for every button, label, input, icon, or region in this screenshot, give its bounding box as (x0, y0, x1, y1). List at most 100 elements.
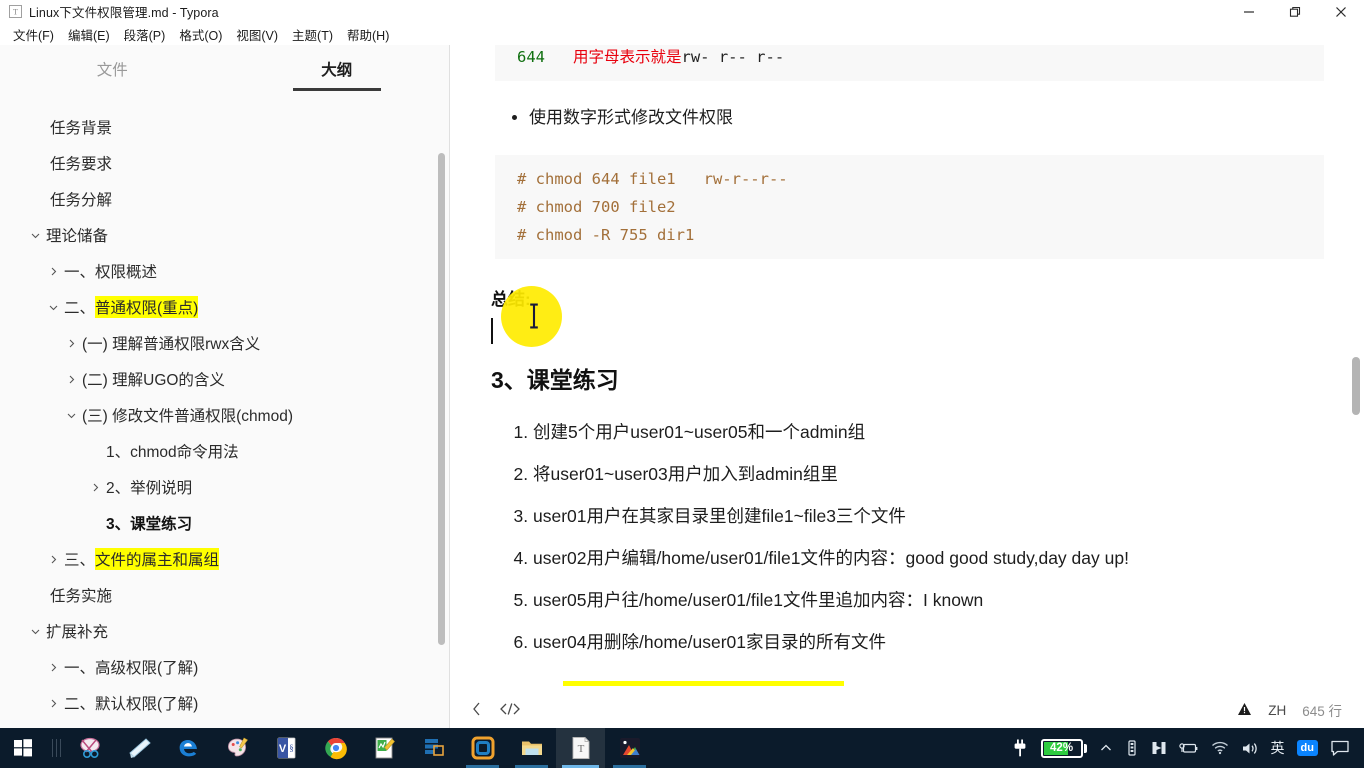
outline-item[interactable]: 任务背景 (0, 109, 450, 145)
code-mode-value: 644 (517, 48, 545, 66)
chevron-right-icon[interactable] (88, 482, 102, 493)
editor-pane[interactable]: 644 用字母表示就是rw- r-- r-- 使用数字形式修改文件权限 # ch… (451, 45, 1364, 728)
svg-text:T: T (13, 8, 18, 17)
taskbar-file-explorer[interactable] (507, 728, 556, 768)
chevron-down-icon[interactable] (28, 230, 42, 241)
chevron-right-icon[interactable] (64, 374, 78, 385)
list-item: 创建5个用户user01~user05和一个admin组 (533, 411, 1324, 453)
tab-files[interactable]: 文件 (0, 58, 225, 91)
taskbar-visio[interactable]: V § (262, 728, 311, 768)
taskbar-chrome[interactable] (311, 728, 360, 768)
chevron-right-icon[interactable] (46, 662, 60, 673)
warning-triangle-icon[interactable] (1237, 702, 1252, 719)
outline-item[interactable]: 1、chmod命令用法 (0, 433, 450, 469)
summary-label: 总结: (491, 290, 531, 309)
taskbar-sticky-notes[interactable] (115, 728, 164, 768)
minimize-button[interactable] (1226, 0, 1272, 23)
sidebar-scrollbar[interactable] (438, 153, 445, 645)
vmware-tray-icon[interactable] (1145, 728, 1173, 768)
usb-icon[interactable] (1119, 728, 1145, 768)
outline-item[interactable]: (一) 理解普通权限rwx含义 (0, 325, 450, 361)
chevron-down-icon[interactable] (46, 302, 60, 313)
code-line: # chmod -R 755 dir1 (517, 226, 695, 244)
chevron-right-icon[interactable] (46, 554, 60, 565)
battery-percent: 42% (1050, 742, 1074, 754)
taskbar-edge[interactable] (164, 728, 213, 768)
title-bar: T Linux下文件权限管理.md - Typora (0, 0, 1364, 23)
list-item: user01用户在其家目录里创建file1~file3三个文件 (533, 495, 1324, 537)
outline-item-label: 任务背景 (50, 120, 113, 137)
outline-item[interactable]: 任务实施 (0, 577, 450, 613)
close-button[interactable] (1318, 0, 1364, 23)
outline-item-label: 任务要求 (50, 156, 113, 173)
taskbar-xshell[interactable] (409, 728, 458, 768)
outline-item[interactable]: 任务分解 (0, 181, 450, 217)
chevron-right-icon[interactable] (46, 266, 60, 277)
power-plug-icon[interactable] (1005, 728, 1035, 768)
language-indicator[interactable]: ZH (1268, 703, 1286, 718)
sidebar-tabs: 文件 大纲 (0, 45, 449, 91)
outline-item[interactable]: 一、权限概述 (0, 253, 450, 289)
outline-item[interactable]: 2、举例说明 (0, 469, 450, 505)
menu-help[interactable]: 帮助(H) (340, 23, 396, 46)
taskbar-typora[interactable]: T (556, 728, 605, 768)
empty-paragraph-with-caret[interactable] (491, 315, 1324, 347)
tab-outline[interactable]: 大纲 (225, 58, 450, 91)
show-hidden-icons-chevron[interactable] (1093, 728, 1119, 768)
taskbar-photos[interactable] (605, 728, 654, 768)
outline-item[interactable]: 扩展补充 (0, 613, 450, 649)
ime-language-indicator[interactable]: 英 (1265, 728, 1291, 768)
chevron-down-icon[interactable] (64, 410, 78, 421)
taskbar-vmware[interactable] (458, 728, 507, 768)
outline-item-label: 任务实施 (50, 588, 113, 605)
menu-view[interactable]: 视图(V) (229, 23, 285, 46)
window-controls (1226, 0, 1364, 23)
outline-item[interactable]: 一、高级权限(了解) (0, 649, 450, 685)
taskbar-snipping-tool[interactable] (66, 728, 115, 768)
chevron-right-icon[interactable] (46, 698, 60, 709)
chevron-right-icon[interactable] (64, 338, 78, 349)
volume-icon[interactable] (1235, 728, 1265, 768)
outline-item-label: 二、 (64, 300, 96, 317)
taskbar-editor[interactable] (360, 728, 409, 768)
highlight-marker-bar (563, 681, 844, 686)
outline-item[interactable]: 任务要求 (0, 145, 450, 181)
ime-baidu-badge[interactable]: du (1291, 728, 1324, 768)
menu-format[interactable]: 格式(O) (172, 23, 229, 46)
menu-edit[interactable]: 编辑(E) (61, 23, 117, 46)
wifi-icon[interactable] (1205, 728, 1235, 768)
outline-item[interactable]: 二、 普通权限(重点) (0, 289, 450, 325)
outline-panel[interactable]: 任务背景任务要求任务分解理论储备一、权限概述 二、 普通权限(重点) (一) 理解普通… (0, 97, 450, 728)
chevron-down-icon[interactable] (28, 626, 42, 637)
outline-item-label: 扩展补充 (46, 624, 109, 641)
menu-theme[interactable]: 主题(T) (285, 23, 340, 46)
outline-item[interactable]: 二、默认权限(了解) (0, 685, 450, 721)
outline-item-label: 任务分解 (50, 192, 113, 209)
taskbar: V § T 42% 英 du (0, 728, 1364, 768)
editor-scrollbar[interactable] (1352, 357, 1360, 415)
code-note-cn: 用字母表示就是 (573, 48, 682, 66)
svg-text:§: § (289, 743, 294, 753)
outline-item-label: 3、课堂练习 (106, 516, 193, 533)
battery-tray-icon[interactable] (1173, 728, 1205, 768)
battery-indicator[interactable]: 42% (1035, 728, 1093, 768)
maximize-button[interactable] (1272, 0, 1318, 23)
menu-file[interactable]: 文件(F) (6, 23, 61, 46)
chevron-left-icon[interactable] (471, 701, 483, 720)
outline-item[interactable]: (二) 理解UGO的含义 (0, 361, 450, 397)
taskbar-paint[interactable] (213, 728, 262, 768)
outline-item[interactable]: (三) 修改文件普通权限(chmod) (0, 397, 450, 433)
menu-paragraph[interactable]: 段落(P) (117, 23, 173, 46)
outline-item[interactable]: 3、课堂练习 (0, 505, 450, 541)
code-block-chmod[interactable]: # chmod 644 file1 rw-r--r-- # chmod 700 … (491, 155, 1324, 259)
source-code-icon[interactable] (499, 701, 521, 720)
code-block-permissions[interactable]: 644 用字母表示就是rw- r-- r-- (491, 45, 1324, 81)
system-tray: 42% 英 du (1005, 728, 1364, 768)
outline-item-label: 理论储备 (46, 228, 109, 245)
exercise-list: 创建5个用户user01~user05和一个admin组 将user01~use… (491, 411, 1324, 663)
start-button[interactable] (0, 728, 46, 768)
code-line: # chmod 644 file1 rw-r--r-- (517, 170, 788, 188)
action-center-icon[interactable] (1324, 728, 1356, 768)
outline-item[interactable]: 三、 文件的属主和属组 (0, 541, 450, 577)
outline-item[interactable]: 理论储备 (0, 217, 450, 253)
